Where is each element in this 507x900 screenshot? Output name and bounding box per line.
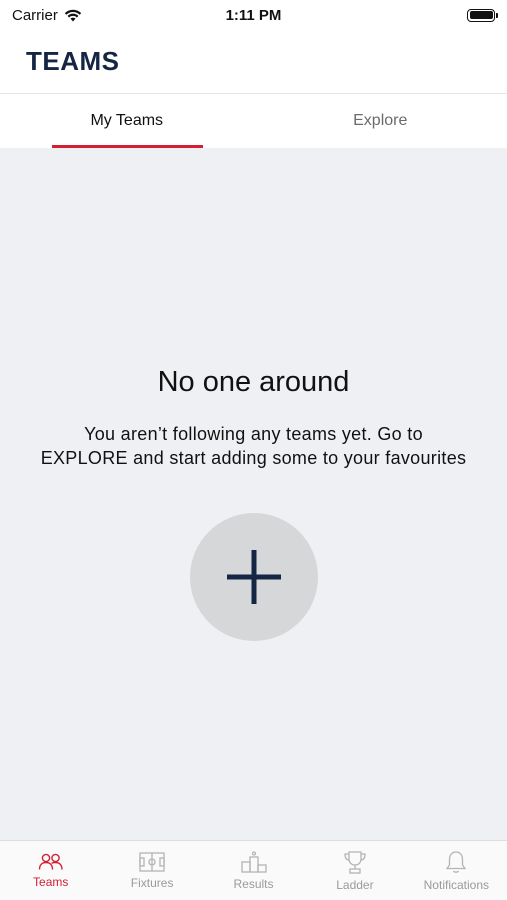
- tab-bar-ladder[interactable]: Ladder: [304, 841, 405, 900]
- tab-my-teams[interactable]: My Teams: [0, 94, 254, 148]
- tab-explore-label: Explore: [353, 112, 408, 129]
- tab-bar-results-label: Results: [233, 876, 274, 891]
- notifications-icon: [446, 850, 467, 873]
- main-content: No one around You aren’t following any t…: [0, 148, 507, 840]
- team-tabs: My Teams Explore: [0, 94, 507, 148]
- carrier-label: Carrier: [12, 6, 58, 24]
- ladder-icon: [344, 850, 366, 874]
- plus-icon: [227, 550, 281, 604]
- tab-bar-notifications[interactable]: Notifications: [406, 841, 507, 900]
- tab-bar-teams-label: Teams: [33, 874, 69, 889]
- battery-fill: [469, 11, 493, 19]
- bottom-tab-bar: Teams Fixtures Results Ladder Notificati…: [0, 840, 507, 900]
- tab-bar-notifications-label: Notifications: [423, 877, 490, 892]
- teams-icon: [38, 853, 63, 870]
- battery-icon: [467, 8, 498, 22]
- tab-bar-results[interactable]: Results: [203, 841, 304, 900]
- tab-bar-ladder-label: Ladder: [336, 877, 374, 892]
- tab-bar-teams[interactable]: Teams: [0, 841, 101, 900]
- tab-bar-fixtures-label: Fixtures: [130, 875, 174, 890]
- status-right: [325, 8, 498, 22]
- tab-my-teams-label: My Teams: [90, 112, 164, 129]
- page-title: TEAMS: [26, 46, 120, 76]
- empty-state-message: You aren’t following any teams yet. Go t…: [40, 424, 467, 468]
- status-time: 1:11 PM: [225, 6, 282, 24]
- results-icon: [240, 850, 267, 873]
- wifi-icon: [64, 9, 82, 21]
- tab-explore[interactable]: Explore: [254, 94, 507, 148]
- tab-bar-fixtures[interactable]: Fixtures: [101, 841, 202, 900]
- empty-state-title: No one around: [157, 366, 350, 398]
- status-left: Carrier: [12, 7, 182, 24]
- page-header: TEAMS: [0, 30, 507, 94]
- add-team-button[interactable]: [190, 513, 318, 641]
- status-bar: Carrier 1:11 PM: [0, 0, 507, 30]
- fixtures-icon: [139, 851, 165, 872]
